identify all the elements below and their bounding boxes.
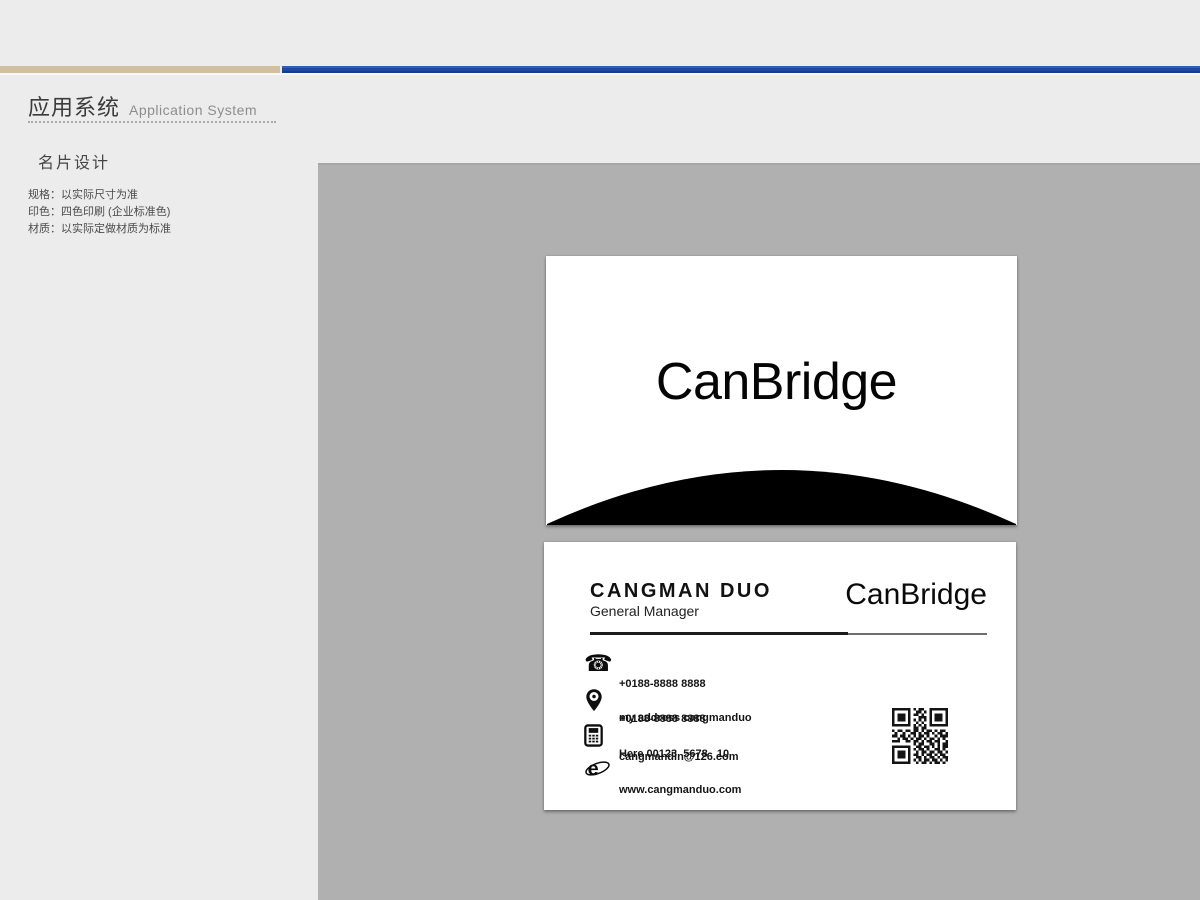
- mobile-icon: [584, 724, 619, 752]
- brand-logo-back: CanBridge: [845, 578, 987, 612]
- page-title-en: Application System: [129, 102, 257, 118]
- top-divider-tan-segment: [0, 66, 280, 73]
- person-title: General Manager: [590, 603, 699, 619]
- black-arc-graphic: [546, 465, 1017, 525]
- contact-website: www.cangmanduo.com: [619, 756, 741, 820]
- dotted-underline: [28, 121, 276, 123]
- spec-line-color: 印色：四色印刷 (企业标准色): [28, 204, 171, 221]
- section-title: 名片设计: [38, 149, 110, 173]
- page-title-cn: 应用系统: [28, 90, 120, 122]
- canvas-area: CanBridge CANGMAN DUO General Manager Ca…: [318, 163, 1200, 900]
- divider-dark-segment: [590, 632, 848, 635]
- person-name: CANGMAN DUO: [590, 580, 772, 603]
- header-divider: [590, 632, 987, 635]
- spec-line-material: 材质：以实际定做材质为标准: [28, 221, 171, 238]
- page: 应用系统 Application System 名片设计 规格：以实际尺寸为准 …: [0, 0, 1200, 900]
- sidebar-header: 应用系统 Application System: [28, 90, 257, 122]
- top-divider-blue-segment: [282, 66, 1200, 73]
- location-icon: [584, 688, 619, 718]
- svg-text:e: e: [588, 758, 599, 780]
- browser-icon: e: [584, 756, 619, 786]
- spec-list: 规格：以实际尺寸为准 印色：四色印刷 (企业标准色) 材质：以实际定做材质为标准: [28, 187, 171, 238]
- qr-code: [892, 708, 948, 764]
- business-card-back: CANGMAN DUO General Manager CanBridge ☎ …: [544, 542, 1016, 810]
- brand-logo-front: CanBridge: [546, 352, 1007, 412]
- phone-icon: ☎: [584, 656, 619, 674]
- spec-line-size: 规格：以实际尺寸为准: [28, 187, 171, 204]
- divider-light-segment: [848, 633, 987, 635]
- contact-row-website: e www.cangmanduo.com: [584, 756, 741, 820]
- top-divider-highlight: [0, 73, 1200, 75]
- business-card-front: CanBridge: [546, 256, 1017, 525]
